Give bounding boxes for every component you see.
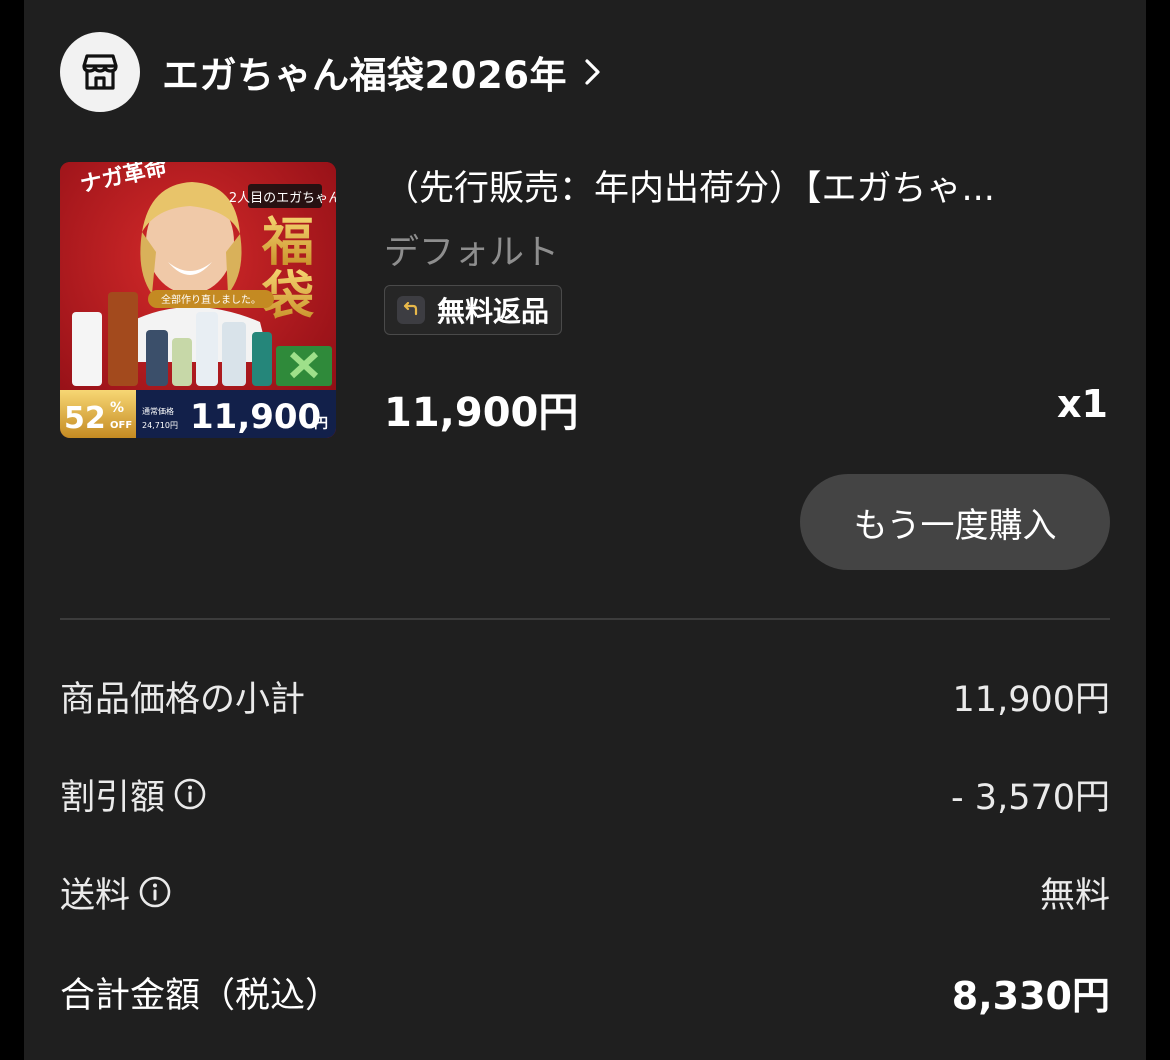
- info-icon[interactable]: [138, 875, 172, 909]
- subtotal-value: 11,900円: [952, 679, 1110, 720]
- shop-link[interactable]: エガちゃん福袋2026年: [60, 32, 603, 112]
- image-regular-price: 24,710円: [142, 421, 178, 430]
- chevron-right-icon[interactable]: [583, 57, 603, 87]
- product-price: 11,900円: [384, 390, 579, 436]
- image-big-text-1: 福: [261, 212, 314, 273]
- store-icon: [60, 32, 140, 112]
- product-quantity: x1: [1057, 382, 1108, 426]
- shipping-row: 送料 無料: [60, 862, 1110, 922]
- product-image[interactable]: 2人目のエガちゃん 福 袋 ナガ革命 全部作り直しました。 52 % OFF 通…: [60, 162, 336, 438]
- image-regular-label: 通常価格: [142, 406, 174, 416]
- shipping-label: 送料: [60, 875, 131, 916]
- image-discount-pct: 52: [64, 401, 106, 436]
- subtotal-row: 商品価格の小計 11,900円: [60, 666, 1110, 726]
- return-arrow-icon: [397, 296, 425, 324]
- image-banner: 全部作り直しました。: [161, 293, 261, 306]
- discount-row: 割引額 - 3,570円: [60, 764, 1110, 824]
- discount-label: 割引額: [60, 777, 166, 818]
- image-sale-unit: 円: [314, 416, 328, 432]
- image-sale-price: 11,900: [190, 397, 321, 437]
- discount-value: - 3,570円: [951, 777, 1110, 818]
- image-top-caption: 2人目のエガちゃん: [229, 191, 336, 206]
- total-label: 合計金額（税込）: [60, 975, 341, 1016]
- image-discount-unit: %: [110, 400, 124, 416]
- shipping-value: 無料: [1039, 875, 1110, 916]
- subtotal-label: 商品価格の小計: [60, 679, 306, 720]
- shop-name[interactable]: エガちゃん福袋2026年: [162, 45, 567, 99]
- badge-label: 無料返品: [437, 295, 550, 328]
- info-icon[interactable]: [173, 777, 207, 811]
- product-variant: デフォルト: [384, 233, 560, 273]
- total-value: 8,330円: [951, 973, 1110, 1018]
- image-discount-off: OFF: [110, 420, 132, 431]
- total-row: 合計金額（税込） 8,330円: [60, 962, 1110, 1022]
- product-title[interactable]: （先行販売：年内出荷分）【エガちゃ...: [384, 160, 1106, 211]
- free-return-badge: 無料返品: [384, 285, 563, 335]
- order-card: エガちゃん福袋2026年 2人目のエガちゃん 福 袋 ナガ革命 全部作り直しまし…: [24, 0, 1146, 1060]
- divider: [60, 618, 1110, 620]
- buy-again-button[interactable]: もう一度購入: [800, 474, 1110, 570]
